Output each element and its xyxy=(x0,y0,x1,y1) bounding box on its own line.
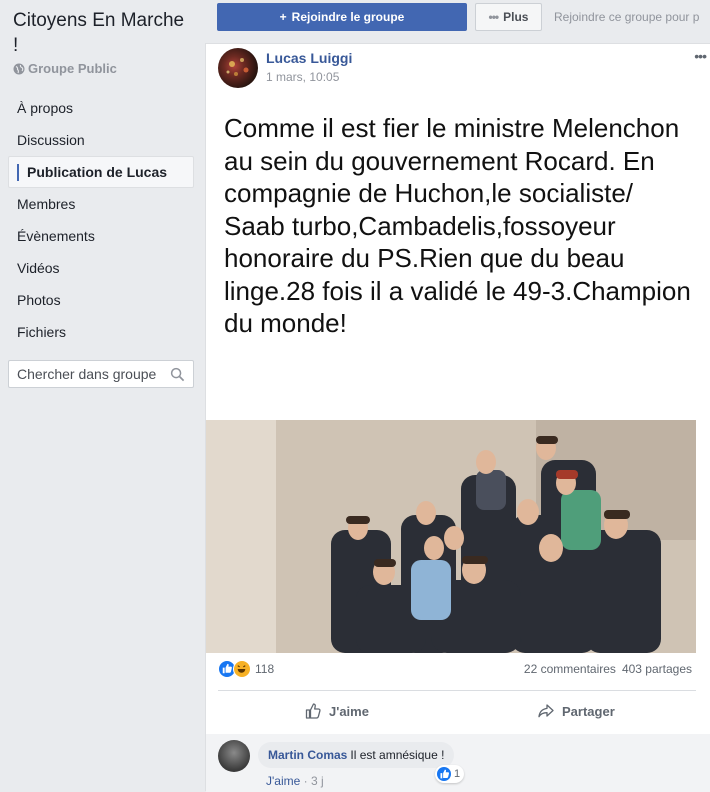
comment-age[interactable]: 3 j xyxy=(311,774,324,788)
reactions-count: 118 xyxy=(255,662,275,676)
avatar-image xyxy=(226,58,249,76)
post-text-image[interactable]: Comme il est fier le ministre Melenchon … xyxy=(206,98,696,420)
share-button[interactable]: Partager xyxy=(537,696,615,726)
nav-item-videos[interactable]: Vidéos xyxy=(8,252,194,284)
group-type-label: Groupe Public xyxy=(28,61,117,76)
author-avatar[interactable] xyxy=(218,48,258,88)
nav-item-members[interactable]: Membres xyxy=(8,188,194,220)
more-button[interactable]: ••• Plus xyxy=(475,3,542,31)
comment-like-icon xyxy=(437,767,451,781)
more-dots-icon: ••• xyxy=(488,10,500,24)
join-hint: Rejoindre ce groupe pour p xyxy=(554,10,700,24)
group-photo-illustration xyxy=(206,420,696,653)
join-group-button[interactable]: + Rejoindre le groupe xyxy=(217,3,467,31)
comment-reaction-badge[interactable]: 1 xyxy=(435,765,465,783)
nav-item-files[interactable]: Fichiers xyxy=(8,316,194,348)
group-search-input[interactable] xyxy=(17,366,167,382)
post-stats: 22 commentaires 403 partages xyxy=(524,662,692,676)
comment-like-link[interactable]: J'aime xyxy=(266,774,300,788)
comments-count[interactable]: 22 commentaires xyxy=(524,662,616,676)
join-group-label: Rejoindre le groupe xyxy=(291,10,405,24)
post-card: Lucas Luiggi 1 mars, 10:05 ••• Comme il … xyxy=(205,43,710,792)
post-image-text: Comme il est fier le ministre Melenchon … xyxy=(224,113,691,338)
nav-item-post[interactable]: Publication de Lucas xyxy=(8,156,194,188)
search-icon[interactable] xyxy=(170,367,185,382)
commenter-avatar[interactable] xyxy=(218,740,250,772)
thumbs-up-icon xyxy=(305,703,321,719)
group-sidebar: Citoyens En Marche ! Groupe Public À pro… xyxy=(0,0,205,791)
like-button[interactable]: J'aime xyxy=(304,696,369,726)
post-photo[interactable] xyxy=(206,420,696,653)
like-label: J'aime xyxy=(329,703,369,719)
nav-item-events[interactable]: Évènements xyxy=(8,220,194,252)
shares-count[interactable]: 403 partages xyxy=(622,662,692,676)
post-options-icon[interactable]: ••• xyxy=(694,48,707,64)
divider xyxy=(218,690,696,691)
group-nav: À propos Discussion Publication de Lucas… xyxy=(8,92,194,348)
post-timestamp[interactable]: 1 mars, 10:05 xyxy=(266,70,339,84)
nav-item-discussion[interactable]: Discussion xyxy=(8,124,194,156)
reactions-summary[interactable]: 118 xyxy=(218,660,274,678)
plus-icon: + xyxy=(279,10,287,24)
comment-meta: J'aime · 3 j xyxy=(266,774,324,788)
group-search xyxy=(8,360,194,388)
comment-bubble: Martin Comas Il est amnésique ! xyxy=(258,742,455,768)
nav-item-about[interactable]: À propos xyxy=(8,92,194,124)
comment-like-count: 1 xyxy=(454,768,461,780)
group-title[interactable]: Citoyens En Marche ! xyxy=(13,8,193,58)
group-privacy: Groupe Public xyxy=(13,61,117,76)
more-label: Plus xyxy=(503,10,529,24)
nav-item-photos[interactable]: Photos xyxy=(8,284,194,316)
share-arrow-icon xyxy=(538,704,554,718)
globe-icon xyxy=(13,63,25,74)
comment-meta-separator: · xyxy=(303,774,308,788)
comment-text: Il est amnésique ! xyxy=(350,748,445,762)
haha-reaction-icon xyxy=(233,660,251,678)
share-label: Partager xyxy=(562,703,615,719)
post-author[interactable]: Lucas Luiggi xyxy=(266,50,352,66)
comment-author[interactable]: Martin Comas xyxy=(268,748,347,762)
